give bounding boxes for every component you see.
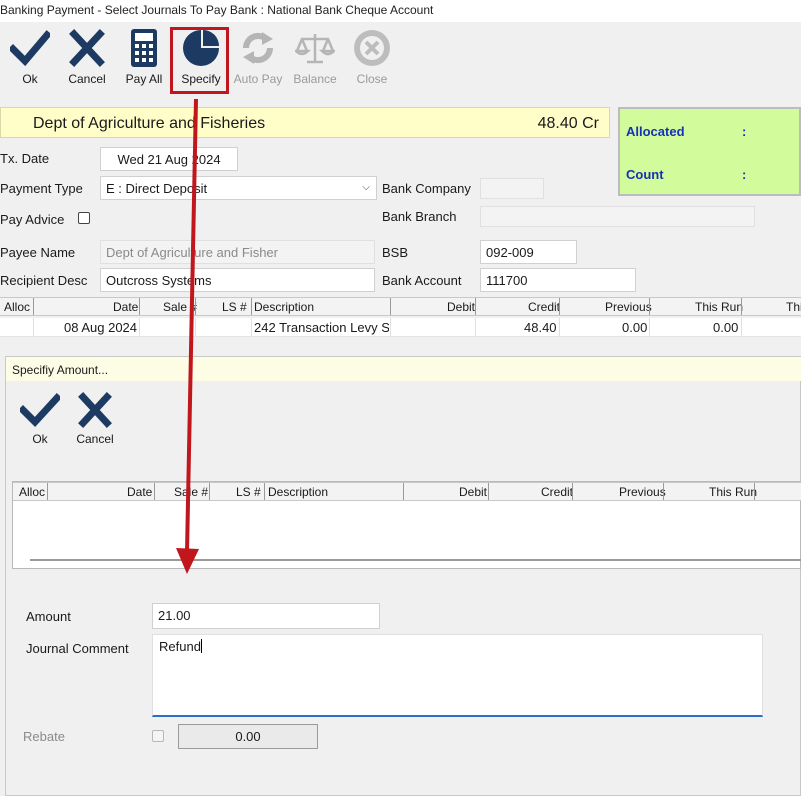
col-credit[interactable]: Credit [528, 300, 560, 314]
cancel-button[interactable]: Cancel [59, 28, 115, 94]
bsb-label: BSB [382, 245, 409, 260]
bank-account-label: Bank Account [382, 273, 462, 288]
row-previous: 0.00 [622, 320, 648, 335]
col-date[interactable]: Date [113, 300, 138, 314]
journal-comment-label: Journal Comment [26, 641, 129, 656]
allocated-label: Allocated [626, 124, 685, 139]
tx-date-field[interactable]: Wed 21 Aug 2024 [100, 147, 238, 171]
pay-advice-label: Pay Advice [0, 212, 65, 227]
dialog-grid-scrollbar[interactable] [30, 559, 801, 561]
col-alloc[interactable]: Alloc [4, 300, 30, 314]
bank-branch-label: Bank Branch [382, 209, 457, 224]
amount-label: Amount [26, 609, 71, 624]
payee-summary-name: Dept of Agriculture and Fisheries [33, 115, 266, 132]
chevron-down-icon: ⌵ [362, 182, 370, 193]
tx-date-label: Tx. Date [0, 151, 50, 166]
calculator-icon [131, 29, 157, 67]
dialog-title: Specifiy Amount... [6, 357, 801, 381]
window-title: Banking Payment - Select Journals To Pay… [0, 0, 801, 22]
row-description: 242 Transaction Levy S [254, 320, 389, 335]
dlg-col-date[interactable]: Date [127, 485, 152, 499]
bank-company-label: Bank Company [382, 181, 471, 196]
close-circle-icon [354, 30, 390, 66]
dlg-col-debit[interactable]: Debit [459, 485, 487, 499]
rebate-checkbox[interactable] [152, 730, 164, 742]
journals-grid-header: Alloc Date Sale # LS # Description Debit… [0, 297, 801, 316]
dialog-cancel-button[interactable]: Cancel [67, 392, 123, 458]
count-label: Count [626, 167, 664, 182]
col-previous[interactable]: Previous [605, 300, 652, 314]
pay-advice-checkbox[interactable] [78, 212, 90, 224]
bank-branch-field [480, 206, 755, 227]
cross-icon [78, 392, 112, 428]
dialog-ok-button[interactable]: Ok [12, 392, 68, 458]
auto-pay-button[interactable]: Auto Pay [230, 28, 286, 94]
payee-name-label: Payee Name [0, 245, 76, 260]
bank-company-field [480, 178, 544, 199]
dlg-col-previous[interactable]: Previous [619, 485, 666, 499]
row-credit: 48.40 [524, 320, 557, 335]
count-colon: : [742, 167, 747, 182]
amount-input[interactable]: 21.00 [152, 603, 380, 629]
refresh-icon [242, 32, 274, 64]
dlg-col-ls[interactable]: LS # [236, 485, 261, 499]
row-this-run: 0.00 [713, 320, 739, 335]
bsb-field[interactable]: 092-009 [480, 240, 577, 264]
close-button[interactable]: Close [344, 28, 400, 94]
recipient-desc-field[interactable]: Outcross Systems [100, 268, 375, 292]
rebate-label: Rebate [23, 729, 65, 744]
payment-type-select[interactable]: E : Direct Deposit ⌵ [100, 176, 377, 200]
payment-type-label: Payment Type [0, 181, 83, 196]
allocated-colon: : [742, 124, 747, 139]
pay-all-label: Pay All [125, 72, 163, 86]
col-description[interactable]: Description [254, 300, 314, 314]
scales-icon [295, 34, 335, 64]
col-sale[interactable]: Sale # [163, 300, 197, 314]
cancel-label: Cancel [68, 72, 106, 86]
text-caret [200, 639, 202, 653]
col-this-run-2[interactable]: Thi [786, 300, 801, 314]
payee-name-field: Dept of Agriculture and Fisher [100, 240, 375, 264]
col-debit[interactable]: Debit [447, 300, 475, 314]
specify-highlight [170, 27, 229, 94]
checkmark-icon [10, 30, 50, 67]
col-ls[interactable]: LS # [222, 300, 247, 314]
ok-button[interactable]: Ok [2, 28, 58, 94]
pay-all-button[interactable]: Pay All [116, 28, 172, 94]
payee-summary-bar: Dept of Agriculture and Fisheries 48.40 … [0, 107, 610, 138]
balance-label: Balance [293, 72, 337, 86]
dlg-col-this-run[interactable]: This Run [709, 485, 757, 499]
cross-icon [69, 29, 105, 67]
payee-summary-amount: 48.40 Cr [537, 115, 599, 132]
table-row[interactable]: 08 Aug 2024 242 Transaction Levy S 48.40… [0, 318, 801, 337]
rebate-field: 0.00 [178, 724, 318, 749]
journal-comment-value: Refund [159, 639, 201, 654]
allocation-panel: Allocated : Count : [618, 107, 801, 196]
toolbar: Ok Cancel Pay All Specify Auto Pay Balan… [0, 22, 801, 96]
auto-pay-label: Auto Pay [233, 72, 283, 86]
payment-type-value: E : Direct Deposit [106, 181, 208, 196]
col-this-run[interactable]: This Run [695, 300, 743, 314]
dialog-grid-header: Alloc Date Sale # LS # Description Debit… [13, 482, 801, 501]
dlg-col-sale[interactable]: Sale # [174, 485, 208, 499]
row-date: 08 Aug 2024 [64, 320, 138, 335]
journal-comment-textarea[interactable]: Refund [152, 634, 763, 717]
recipient-desc-label: Recipient Desc [0, 273, 88, 288]
balance-button[interactable]: Balance [287, 28, 343, 94]
ok-label: Ok [22, 72, 38, 86]
dialog-cancel-label: Cancel [76, 432, 114, 446]
dlg-col-alloc[interactable]: Alloc [19, 485, 45, 499]
dialog-ok-label: Ok [32, 432, 48, 446]
dlg-col-description[interactable]: Description [268, 485, 328, 499]
specify-amount-dialog [5, 356, 801, 796]
dlg-col-credit[interactable]: Credit [541, 485, 573, 499]
bank-account-field[interactable]: 111700 [480, 268, 636, 292]
checkmark-icon [20, 393, 60, 428]
close-label: Close [356, 72, 388, 86]
